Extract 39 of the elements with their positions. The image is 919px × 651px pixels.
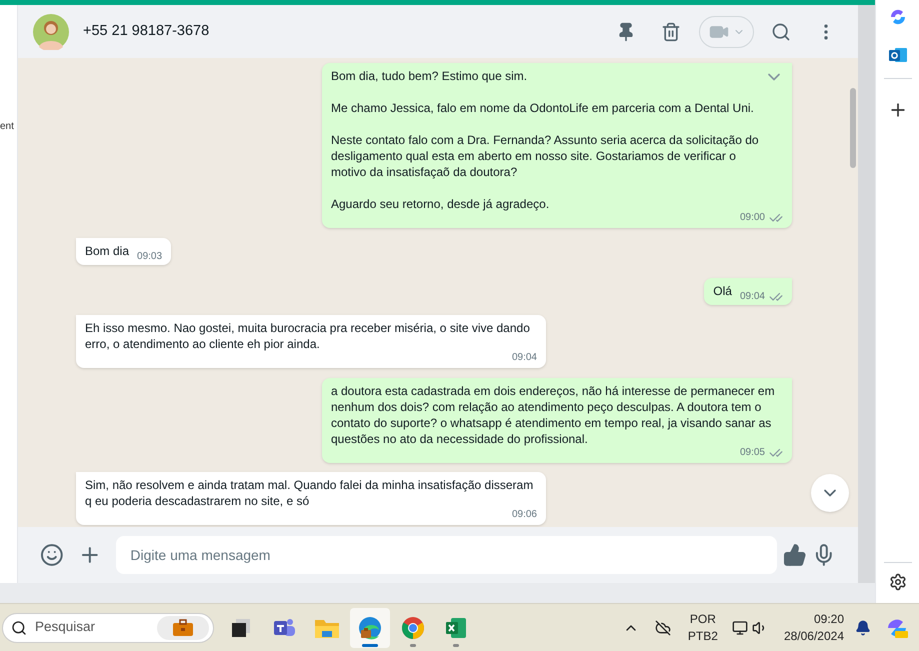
clock[interactable]: 09:20 28/06/2024 bbox=[784, 610, 844, 644]
message-time: 09:06 bbox=[512, 508, 537, 522]
search-icon[interactable] bbox=[771, 22, 791, 42]
message-input[interactable]: Digite uma mensagem bbox=[116, 536, 777, 574]
message-text: Olá bbox=[713, 284, 732, 298]
running-indicator bbox=[453, 644, 459, 646]
input-language-indicator[interactable]: POR PTB2 bbox=[688, 610, 718, 644]
chat-list-label: ent bbox=[0, 121, 14, 133]
running-indicator bbox=[410, 644, 416, 646]
cloud-offline-icon[interactable] bbox=[654, 620, 671, 636]
network-icon[interactable] bbox=[732, 620, 748, 636]
message-time: 09:03 bbox=[137, 250, 162, 264]
message-text: Sim, não resolvem e ainda tratam mal. Quando falei da minha insatisfação disseram q eu poderia descadastrarem no site, e só bbox=[85, 477, 534, 509]
teams-icon[interactable] bbox=[272, 616, 296, 638]
message-text: Bom dia, tudo bem? Estimo que sim. Me chamo Jessica, falo em nome da OdontoLife em parceria com a Dental Uni. Neste contato falo com a Dra. Fernanda? Assunto seria acerca da solicitação do desligamento qual esta em aberto em nosso site. Gostariamos de verificar o motivo da insatisfaçaõ da doutora? Aguardo seu retorno, desde já agradeço. bbox=[331, 68, 760, 212]
message-text: Bom dia bbox=[85, 244, 130, 258]
mail-app-icon[interactable] bbox=[888, 45, 908, 65]
briefcase-icon bbox=[172, 618, 194, 636]
message-time: 09:00 bbox=[740, 211, 765, 225]
chrome-browser-icon[interactable] bbox=[401, 616, 425, 640]
delete-icon[interactable] bbox=[661, 22, 681, 42]
edge-browser-icon[interactable] bbox=[358, 616, 382, 640]
spreadsheet-app-icon[interactable] bbox=[444, 616, 468, 640]
notifications-icon[interactable] bbox=[855, 620, 871, 636]
message-text: Eh isso mesmo. Nao gostei, muita burocracia pra receber miséria, o site vive dando erro, o atendimento ao cliente eh pior ainda. bbox=[85, 320, 531, 352]
emoji-icon[interactable] bbox=[40, 543, 64, 567]
contact-name: +55 21 98187-3678 bbox=[83, 22, 210, 41]
thumbs-up-icon[interactable] bbox=[782, 543, 806, 567]
message-time: 09:04 bbox=[740, 290, 765, 304]
message-text: a doutora esta cadastrada em dois endereços, não há interesse de permanecer em nenhum dos dois? com relação ao atendimento peço desculpas. A doutora tem o contato do suporte? o whatsapp é atendimento em tempo real, ja visando sanar as questões no ato da necessidade do profissional. bbox=[331, 383, 776, 447]
message-time: 09:05 bbox=[740, 446, 765, 460]
taskbar-search-field[interactable]: Pesquisar bbox=[2, 612, 214, 642]
message-time: 09:04 bbox=[512, 351, 537, 365]
running-indicator bbox=[362, 644, 378, 646]
contact-avatar bbox=[33, 14, 69, 50]
task-view-icon[interactable] bbox=[230, 616, 252, 638]
scrollbar-thumb[interactable] bbox=[850, 88, 856, 168]
search-icon bbox=[11, 620, 27, 636]
settings-icon[interactable] bbox=[888, 573, 906, 591]
